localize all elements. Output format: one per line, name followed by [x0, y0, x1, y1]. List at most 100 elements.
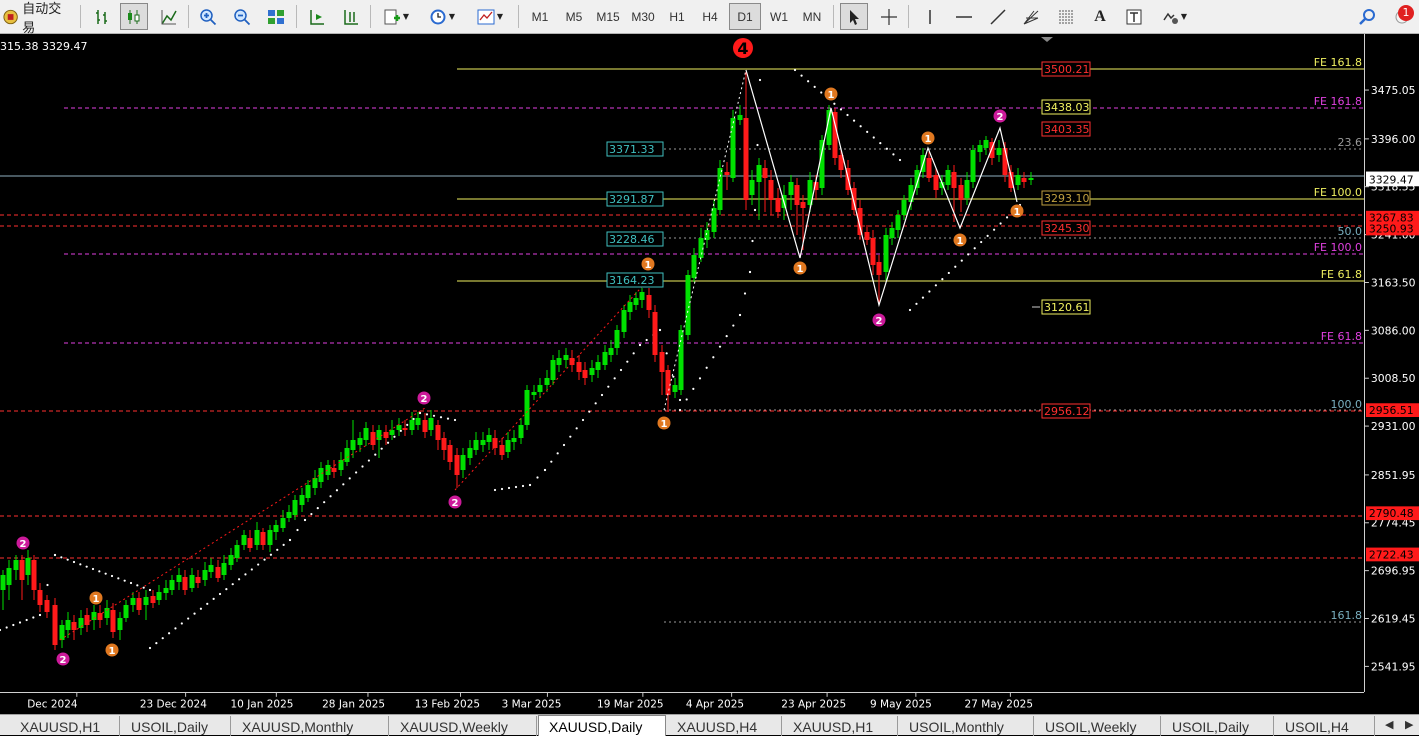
notification-button[interactable]: 1: [1388, 3, 1416, 30]
crosshair-button[interactable]: [875, 3, 903, 30]
separator: [296, 5, 297, 28]
sar-dot: [550, 460, 553, 463]
candle-body: [768, 180, 774, 200]
fibo-grid-button[interactable]: [1052, 3, 1080, 30]
chart-tab[interactable]: USOIL,H4: [1275, 716, 1375, 736]
candle-body: [926, 158, 932, 178]
timeframe-d1[interactable]: D1: [729, 3, 761, 30]
tab-scroll-right-icon[interactable]: ▶: [1405, 718, 1413, 731]
date-tick-label: 28 Jan 2025: [322, 698, 385, 710]
sar-dot: [1005, 216, 1009, 219]
bar-chart-icon: [96, 9, 107, 24]
date-axis[interactable]: Dec 2024 23 Dec 2024 10 Jan 2025 28 Jan 202…: [0, 692, 1364, 714]
shapes-button[interactable]: ▼: [1155, 3, 1193, 30]
ohlc-header: 315.38 3329.47: [0, 40, 87, 53]
candle-body: [409, 420, 415, 430]
price-chart[interactable]: FE 161.8 FE 161.8 23.6 FE 100.0 50.0 FE 100.0…: [0, 34, 1364, 692]
timeframe-h4[interactable]: H4: [694, 3, 726, 30]
chart-tab[interactable]: XAUUSD,Daily: [538, 715, 666, 736]
timeframe-mn[interactable]: MN: [796, 3, 828, 30]
candle-body: [1021, 178, 1027, 182]
wave-marker-label: 1: [957, 236, 964, 247]
tile-windows-button[interactable]: [262, 3, 290, 30]
candle-body: [221, 563, 227, 575]
chart-tab[interactable]: USOIL,Weekly: [1035, 716, 1161, 736]
chart-tabs: XAUUSD,H1 USOIL,Daily XAUUSD,Monthly XAUUSD…: [0, 714, 1419, 736]
candle-body: [150, 596, 156, 603]
sar-dot: [212, 597, 215, 601]
timeframe-m30[interactable]: M30: [627, 3, 659, 30]
sar-dot: [500, 487, 504, 491]
sar-dot: [892, 153, 895, 156]
sar-dot: [66, 558, 69, 561]
candle-body: [467, 448, 473, 458]
sar-dot: [915, 302, 918, 305]
timeframe-w1[interactable]: W1: [763, 3, 795, 30]
search-button[interactable]: [1354, 3, 1382, 30]
autoscroll-button[interactable]: [303, 3, 331, 30]
candle-body: [447, 445, 453, 462]
sar-dot: [986, 234, 989, 237]
chart-tab[interactable]: XAUUSD,H4: [667, 716, 782, 736]
trend-line-button[interactable]: [984, 3, 1012, 30]
timeframe-m5[interactable]: M5: [558, 3, 590, 30]
timeframe-m15[interactable]: M15: [592, 3, 624, 30]
autotrading-button[interactable]: 自动交易: [2, 1, 72, 35]
candle-body: [576, 362, 582, 372]
cursor-button[interactable]: [840, 3, 868, 30]
sar-dot: [846, 113, 849, 117]
price-level-text: 3250.93: [1369, 222, 1414, 235]
timeframe-h1[interactable]: H1: [661, 3, 693, 30]
sar-dot: [514, 485, 518, 489]
candle-body: [65, 620, 71, 630]
fibo-fan-button[interactable]: [1017, 3, 1045, 30]
candle-body: [678, 330, 684, 390]
candle-chart-button[interactable]: [120, 3, 148, 30]
price-label-text: 3120.61: [1044, 301, 1090, 314]
candle-body: [883, 235, 889, 272]
chart-tab[interactable]: XAUUSD,Weekly: [390, 716, 537, 736]
horizontal-line-button[interactable]: [950, 3, 978, 30]
vertical-line-button[interactable]: [916, 3, 944, 30]
chart-tab[interactable]: XAUUSD,H1: [10, 716, 120, 736]
candle-body: [363, 428, 369, 440]
trend-dotted-line: [59, 407, 426, 641]
sar-dot: [543, 468, 547, 472]
candle-body: [13, 560, 19, 570]
wave-marker-label: 2: [876, 316, 883, 327]
sar-dot: [406, 423, 409, 426]
new-order-button[interactable]: ▼: [377, 3, 415, 30]
price-tick-label: 2619.45: [1371, 612, 1416, 625]
wave-marker-label: 1: [109, 646, 116, 657]
sar-dot: [556, 452, 559, 455]
timeframe-m1[interactable]: M1: [524, 3, 556, 30]
chart-tab[interactable]: XAUUSD,H1: [783, 716, 898, 736]
bar-chart-button[interactable]: [88, 3, 116, 30]
text-label-button[interactable]: [1120, 3, 1148, 30]
candle-body: [325, 465, 331, 475]
sar-dot: [335, 489, 339, 492]
fib-level-label: FE 100.0: [1314, 241, 1362, 254]
sar-dot: [698, 377, 702, 380]
sar-dot: [155, 641, 158, 645]
periodicity-button[interactable]: ▼: [422, 3, 462, 30]
chart-tab[interactable]: USOIL,Monthly: [899, 716, 1034, 736]
separator: [80, 5, 81, 28]
sar-dot: [323, 501, 326, 504]
zoom-out-button[interactable]: [228, 3, 256, 30]
wave-marker-label: 1: [828, 90, 835, 101]
price-label-text: 2956.12: [1044, 405, 1090, 418]
line-chart-button[interactable]: [155, 3, 183, 30]
tab-scroll-left-icon[interactable]: ◀: [1385, 718, 1393, 731]
indicators-button[interactable]: ▼: [470, 3, 510, 30]
chart-shift-button[interactable]: [337, 3, 365, 30]
sar-dot: [967, 253, 970, 256]
chart-tab[interactable]: USOIL,Daily: [1162, 716, 1274, 736]
chart-tab[interactable]: USOIL,Daily: [121, 716, 231, 736]
zoom-in-button[interactable]: [194, 3, 222, 30]
text-button[interactable]: A: [1086, 3, 1114, 30]
chart-tab[interactable]: XAUUSD,Monthly: [232, 716, 389, 736]
separator: [370, 5, 371, 28]
wave-marker-label: 1: [1014, 207, 1021, 218]
price-axis[interactable]: 3475.053396.003318.553241.003163.503086.…: [1364, 34, 1419, 692]
